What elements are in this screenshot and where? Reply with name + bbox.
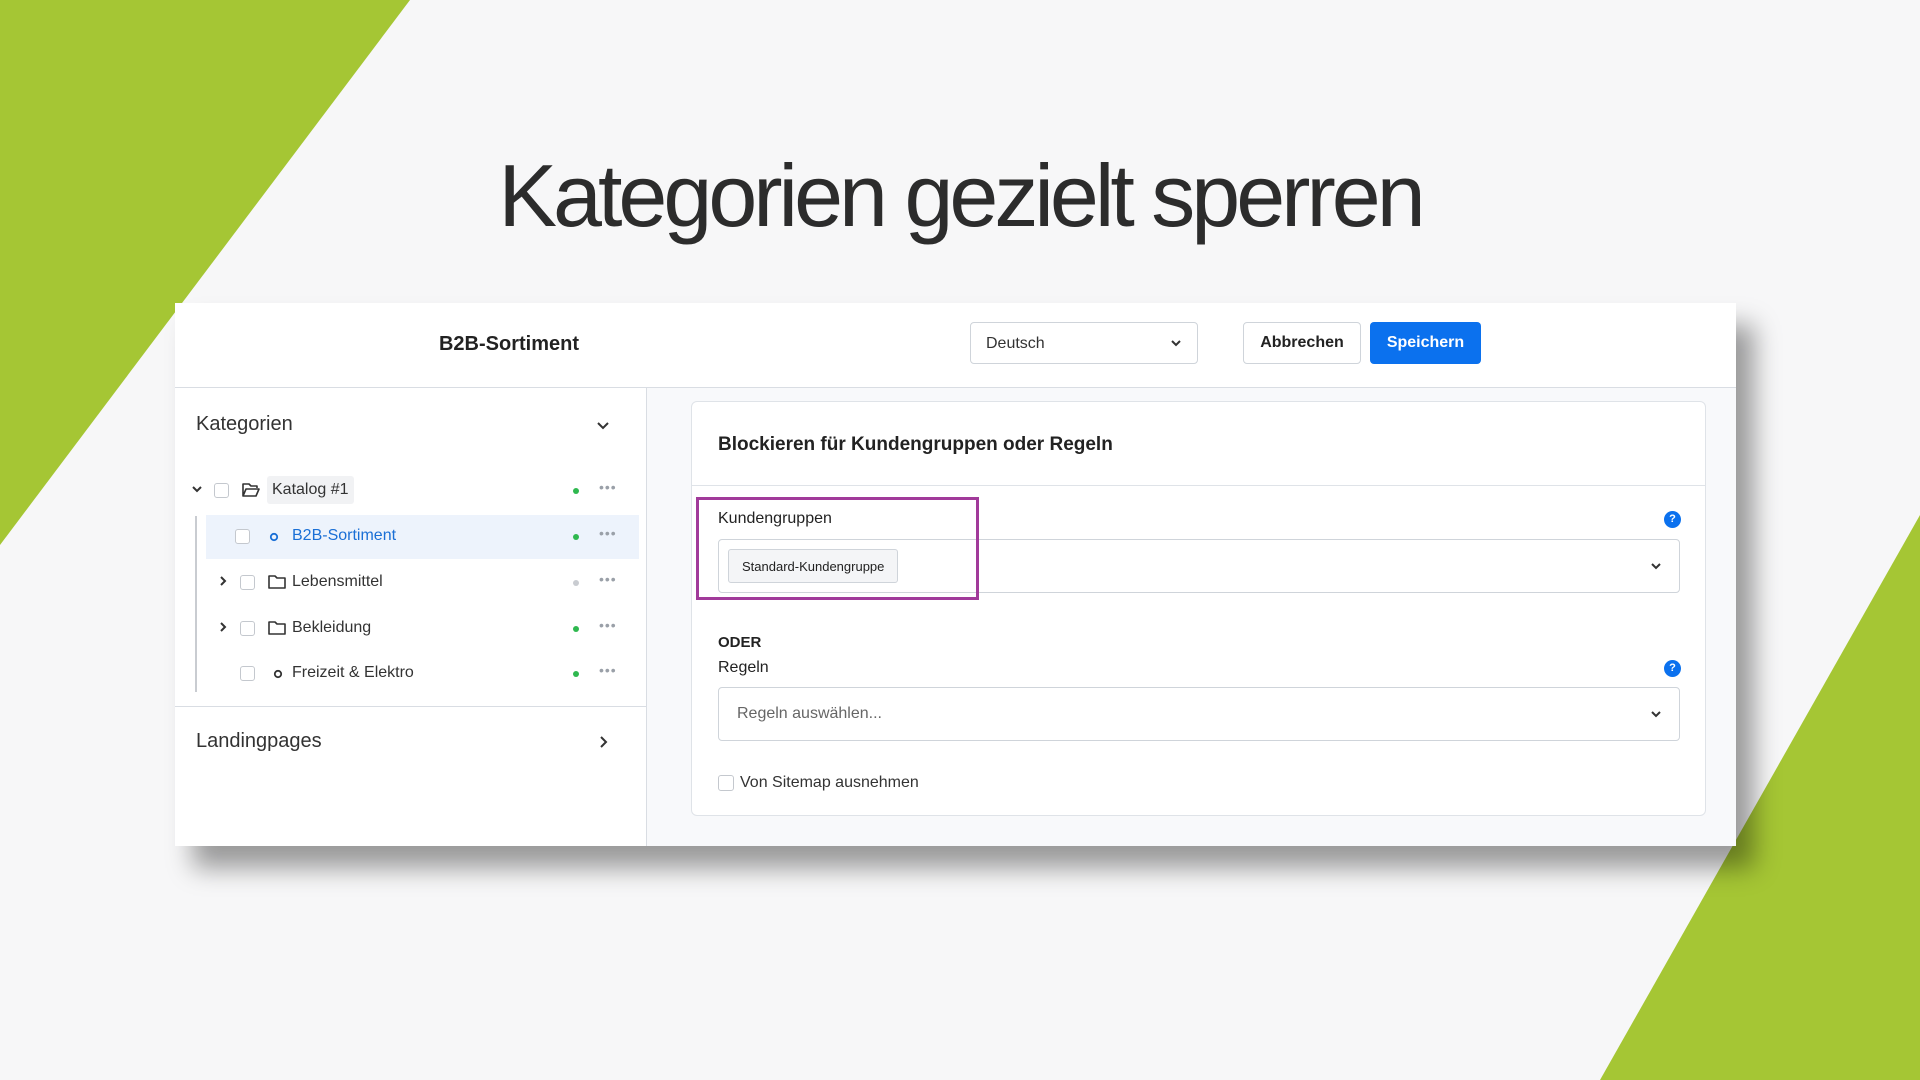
help-icon[interactable]: ?	[1664, 660, 1681, 677]
language-select-value: Deutsch	[986, 335, 1045, 352]
more-icon[interactable]: •••	[599, 662, 617, 678]
highlight-frame	[696, 497, 979, 600]
folder-icon	[268, 621, 286, 635]
tree-item-b2b-sortiment[interactable]: B2B-Sortiment •••	[206, 515, 639, 559]
more-icon[interactable]: •••	[599, 525, 617, 541]
slide-headline: Kategorien gezielt sperren	[498, 146, 1425, 245]
exclude-sitemap-checkbox[interactable]	[718, 775, 734, 791]
save-button[interactable]: Speichern	[1370, 322, 1481, 364]
chevron-right-icon[interactable]	[217, 621, 229, 633]
more-icon[interactable]: •••	[599, 617, 617, 633]
tree-item-checkbox[interactable]	[240, 621, 255, 636]
chevron-down-icon	[1651, 563, 1661, 570]
tree-item-katalog[interactable]: Katalog #1 •••	[175, 469, 645, 513]
more-icon[interactable]: •••	[599, 479, 617, 495]
chevron-down-icon[interactable]	[191, 483, 203, 495]
chevron-down-icon	[1651, 711, 1661, 718]
help-icon[interactable]: ?	[1664, 511, 1681, 528]
sidebar-section-landingpages[interactable]: Landingpages	[196, 730, 322, 753]
top-bar: B2B-Sortiment Deutsch Abbrechen Speicher…	[175, 303, 1736, 388]
tree-item-bekleidung[interactable]: Bekleidung •••	[175, 607, 645, 651]
tree-item-lebensmittel[interactable]: Lebensmittel •••	[175, 561, 645, 605]
tree-item-label: Freizeit & Elektro	[292, 664, 414, 681]
sidebar: Kategorien Katalog #1 ••• B2B-Sortiment …	[175, 388, 647, 846]
window-title: B2B-Sortiment	[438, 333, 579, 355]
folder-icon	[268, 575, 286, 589]
chevron-down-icon	[1171, 340, 1181, 347]
tree-item-checkbox[interactable]	[240, 666, 255, 681]
status-dot	[573, 671, 579, 677]
chevron-right-icon[interactable]	[595, 734, 611, 750]
card-title: Blockieren für Kundengruppen oder Regeln	[718, 434, 1113, 455]
status-dot	[573, 580, 579, 586]
tree-item-checkbox[interactable]	[240, 575, 255, 590]
more-icon[interactable]: •••	[599, 571, 617, 587]
sidebar-section-categories[interactable]: Kategorien	[196, 413, 293, 436]
circle-icon	[273, 669, 283, 679]
tree-item-checkbox[interactable]	[214, 483, 229, 498]
tree-item-checkbox[interactable]	[235, 529, 250, 544]
language-select[interactable]: Deutsch	[970, 322, 1198, 364]
status-dot	[573, 488, 579, 494]
chevron-down-icon[interactable]	[595, 417, 611, 433]
status-dot	[573, 534, 579, 540]
exclude-sitemap-label[interactable]: Von Sitemap ausnehmen	[740, 774, 919, 792]
or-separator: ODER	[718, 634, 762, 651]
sidebar-divider	[175, 706, 646, 707]
card-divider	[692, 485, 1705, 486]
tree-item-label: Lebensmittel	[292, 573, 383, 590]
rules-placeholder: Regeln auswählen...	[737, 705, 882, 722]
rules-label: Regeln	[718, 659, 769, 676]
tree-item-freizeit-elektro[interactable]: Freizeit & Elektro •••	[175, 652, 645, 696]
status-dot	[573, 626, 579, 632]
main-content: Blockieren für Kundengruppen oder Regeln…	[647, 388, 1736, 846]
tree-item-label: Katalog #1	[267, 476, 354, 504]
tree-item-label: B2B-Sortiment	[292, 527, 397, 544]
tree-item-label: Bekleidung	[292, 619, 372, 636]
chevron-right-icon[interactable]	[217, 575, 229, 587]
cancel-button[interactable]: Abbrechen	[1243, 322, 1361, 364]
circle-icon	[269, 532, 279, 542]
block-settings-card: Blockieren für Kundengruppen oder Regeln…	[691, 401, 1706, 816]
rules-select[interactable]: Regeln auswählen...	[718, 687, 1680, 741]
folder-open-icon	[242, 483, 260, 497]
